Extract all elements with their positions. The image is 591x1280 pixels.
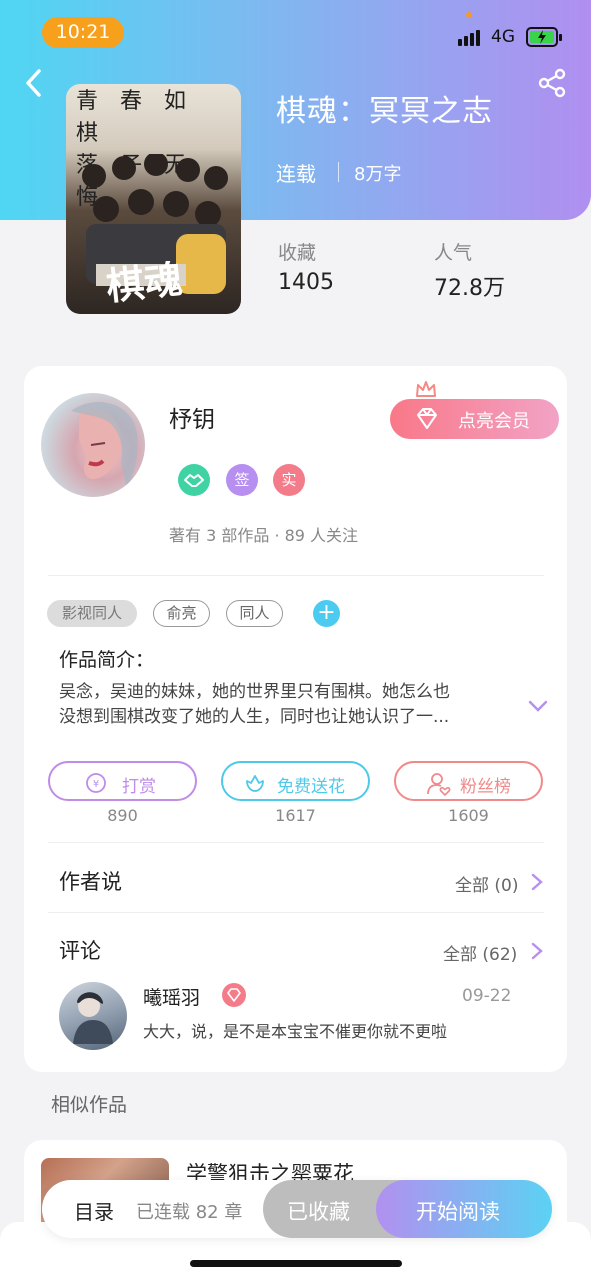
collect-label: 收藏 — [278, 242, 317, 264]
book-cover[interactable]: 青春如棋 落子无悔 棋魂 — [66, 84, 241, 314]
vip-gem-icon — [222, 983, 246, 1007]
signed-badge: 签 — [226, 464, 258, 496]
comments-more[interactable]: 全部 (62) — [443, 940, 517, 965]
chevron-right-icon[interactable] — [530, 872, 544, 892]
author-avatar[interactable] — [41, 393, 145, 497]
svg-text:¥: ¥ — [93, 779, 99, 790]
tag-item[interactable]: 同人 — [226, 600, 283, 627]
reward-label: 打赏 — [122, 777, 156, 797]
similar-works-title: 相似作品 — [51, 1094, 128, 1116]
author-stats: 著有 3 部作品 · 89 人关注 — [169, 526, 359, 545]
popularity-label: 人气 — [434, 242, 473, 264]
chevron-right-icon[interactable] — [530, 941, 544, 961]
flower-count: 1617 — [275, 806, 316, 825]
send-flower-label: 免费送花 — [277, 777, 345, 797]
comments-title: 评论 — [59, 939, 101, 963]
commenter-name[interactable]: 曦瑶羽 — [143, 983, 200, 1010]
coin-icon: ¥ — [86, 773, 106, 793]
fan-rank-label: 粉丝榜 — [460, 777, 511, 797]
fan-user-icon — [427, 773, 451, 797]
add-tag-icon[interactable]: + — [313, 600, 340, 627]
vip-button-label: 点亮会员 — [458, 411, 530, 432]
chapter-count[interactable]: 已连载 82 章 — [136, 1198, 242, 1224]
handshake-icon — [178, 464, 210, 496]
send-flower-button[interactable]: 免费送花 — [221, 761, 370, 801]
popularity-value: 72.8万 — [434, 276, 505, 301]
toc-button[interactable]: 目录 — [74, 1196, 114, 1225]
book-word-count: 8万字 — [354, 164, 402, 185]
flower-icon — [246, 775, 264, 792]
book-status: 连载 — [276, 162, 316, 186]
verified-badge: 实 — [273, 464, 305, 496]
tag-item[interactable]: 俞亮 — [153, 600, 210, 627]
comment-date: 09-22 — [462, 986, 512, 1006]
book-title: 棋魂：冥冥之志 — [276, 94, 493, 129]
status-time: 10:21 — [42, 17, 124, 48]
divider — [48, 575, 544, 576]
back-icon[interactable] — [22, 66, 48, 100]
author-name[interactable]: 杼钥 — [169, 400, 215, 434]
share-icon[interactable] — [537, 68, 567, 98]
status-divider — [338, 162, 339, 182]
home-indicator[interactable] — [190, 1260, 402, 1267]
cover-title: 棋魂 — [104, 256, 185, 309]
collected-label: 已收藏 — [287, 1200, 350, 1224]
comment-text[interactable]: 大大，说，是不是本宝宝不催更你就不更啦 — [143, 1018, 447, 1042]
chevron-down-icon[interactable] — [527, 697, 549, 715]
privacy-indicator — [466, 12, 472, 18]
intro-title: 作品简介： — [59, 649, 155, 671]
crown-icon — [416, 381, 436, 397]
battery-icon — [526, 27, 562, 47]
author-says-more[interactable]: 全部 (0) — [455, 871, 518, 896]
vip-button[interactable]: 点亮会员 — [390, 399, 559, 439]
gem-icon — [417, 408, 437, 429]
divider — [48, 842, 544, 843]
reward-count: 890 — [107, 806, 138, 825]
collect-value: 1405 — [278, 270, 334, 295]
reward-button[interactable]: ¥ 打赏 — [48, 761, 197, 801]
divider — [48, 912, 544, 913]
network-type: 4G — [491, 27, 515, 47]
commenter-avatar[interactable] — [59, 982, 127, 1050]
tag-item[interactable]: 影视同人 — [47, 600, 137, 627]
start-reading-label: 开始阅读 — [416, 1200, 500, 1224]
intro-text: 吴念，吴迪的妹妹，她的世界里只有围棋。她怎么也 没想到围棋改变了她的人生，同时也… — [59, 682, 450, 727]
author-says-title: 作者说 — [59, 870, 122, 894]
fan-count: 1609 — [448, 806, 489, 825]
signal-icon — [458, 30, 484, 46]
start-reading-button[interactable]: 开始阅读 — [376, 1180, 552, 1238]
fan-rank-button[interactable]: 粉丝榜 — [394, 761, 543, 801]
